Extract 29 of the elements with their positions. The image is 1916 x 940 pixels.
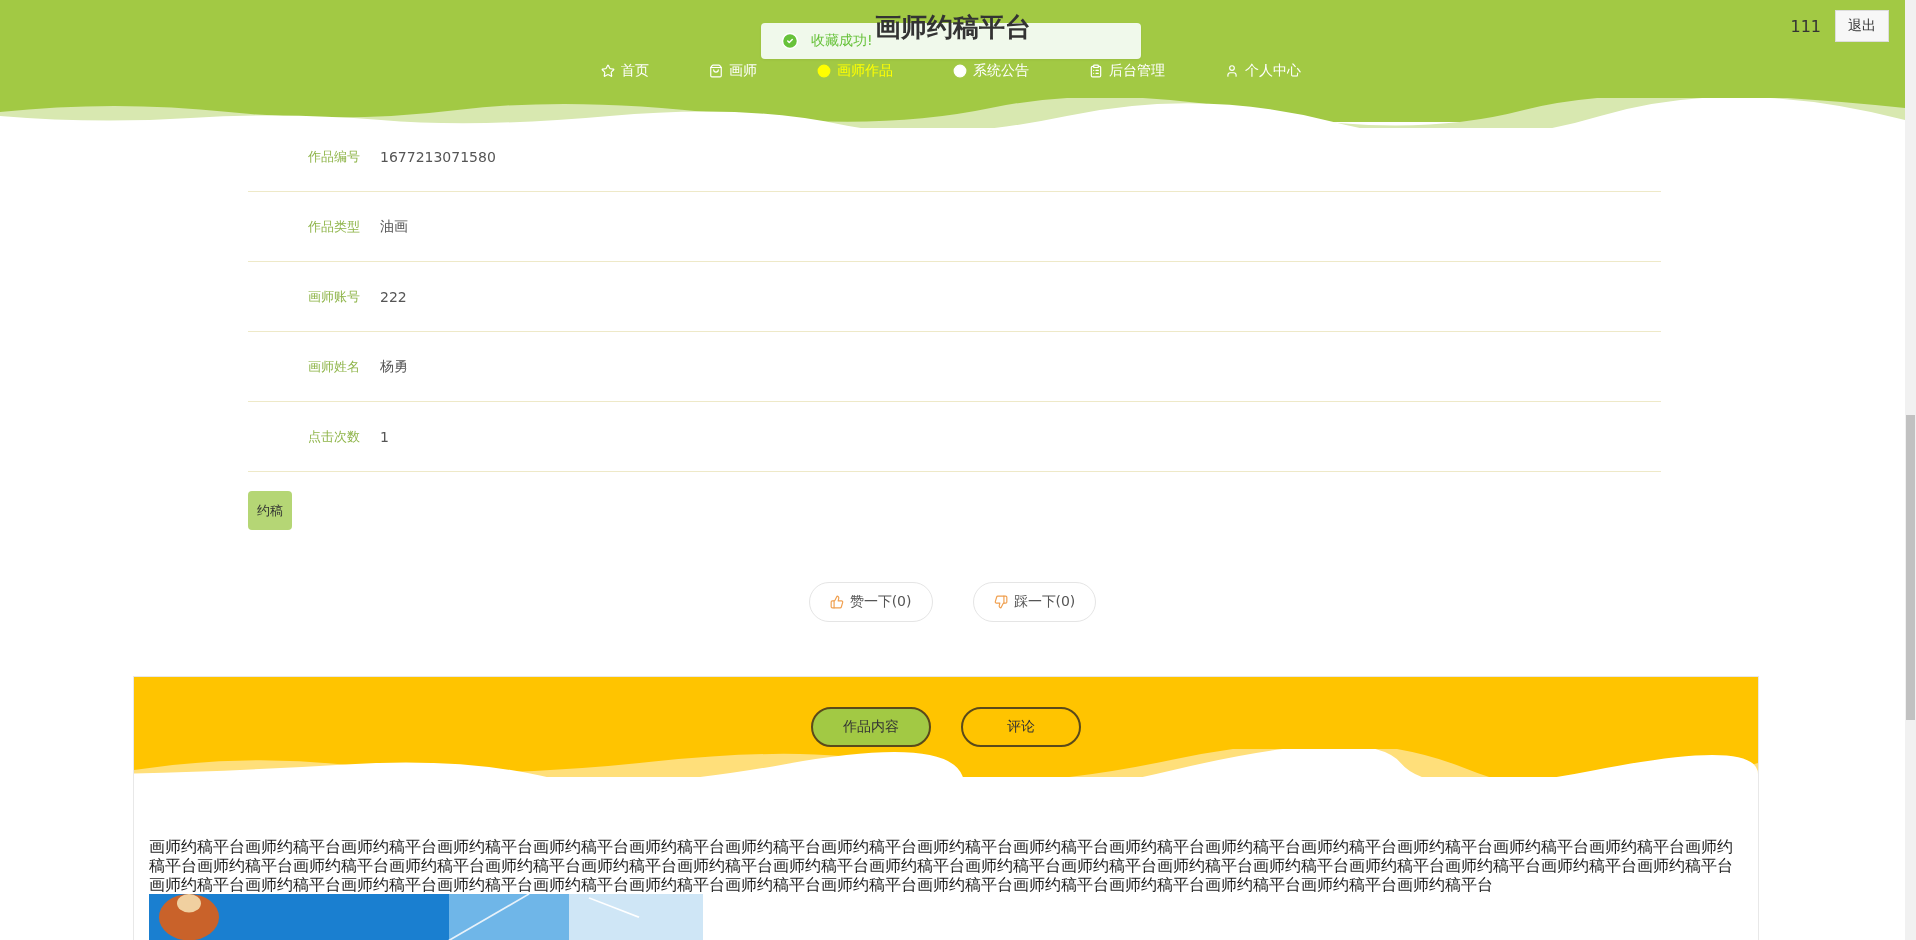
check-icon [781,32,799,50]
field-value: 油画 [379,217,408,236]
nav-icon [1088,64,1103,78]
field-value: 222 [379,288,407,305]
field-value: 杨勇 [379,357,408,376]
field-label: 作品编号 [307,147,361,166]
nav-icon [708,64,723,78]
tab[interactable]: 评论 [961,707,1081,747]
dislike-button[interactable]: 踩一下(0) [972,582,1097,622]
nav-icon [952,64,967,78]
field-value: 1677213071580 [379,148,496,165]
thumbs-up-icon [829,595,844,609]
content-text: 画师约稿平台画师约稿平台画师约稿平台画师约稿平台画师约稿平台画师约稿平台画师约稿平台画师约稿平台画师约稿平台画师约稿平台画师约稿平台画师约稿平台画师约稿平台画师约稿平台画师约稿平台画师约稿平台画师约稿平台画师约稿平台画师约稿平台画师约稿平台画师约稿平台画师约稿平台画师约稿平台画师约稿平台画师约稿平台画师约稿平台画师约稿平台画师约稿平台画师约稿平台画师约稿平台画师约稿平台画师约稿平台画师约稿平台画师约稿平台画师约稿平台画师约稿平台画师约稿平台画师约稿平台画师约稿平台画师约稿平台画师约稿平台画师约稿平台画师约稿平台画师约稿平台画师约稿平台画师约稿平台画师约稿平台 [149,836,1734,894]
field-label: 画师姓名 [307,357,361,376]
tab[interactable]: 作品内容 [811,707,931,747]
field-value: 1 [379,428,389,445]
logout-button[interactable]: 退出 [1835,10,1889,42]
scrollbar[interactable] [1905,0,1916,940]
nav-icon [816,64,831,78]
nav-icon [1224,64,1239,78]
field-label: 作品类型 [307,217,361,236]
nav-icon [600,64,615,78]
book-button[interactable]: 约稿 [248,491,292,530]
field-label: 画师账号 [307,287,361,306]
thumbs-down-icon [993,595,1008,609]
user-name: 111 [1790,16,1821,36]
field-label: 点击次数 [307,427,361,446]
toast-text: 收藏成功! [811,32,873,50]
like-button[interactable]: 赞一下(0) [808,582,933,622]
